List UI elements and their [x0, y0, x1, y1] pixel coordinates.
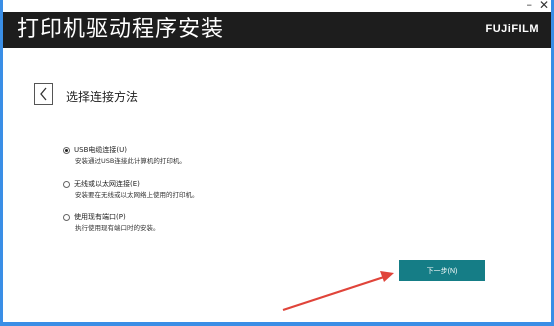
- window-border-bottom: [0, 322, 554, 326]
- annotation-arrow-icon: [282, 271, 394, 312]
- window-border-left: [0, 0, 3, 326]
